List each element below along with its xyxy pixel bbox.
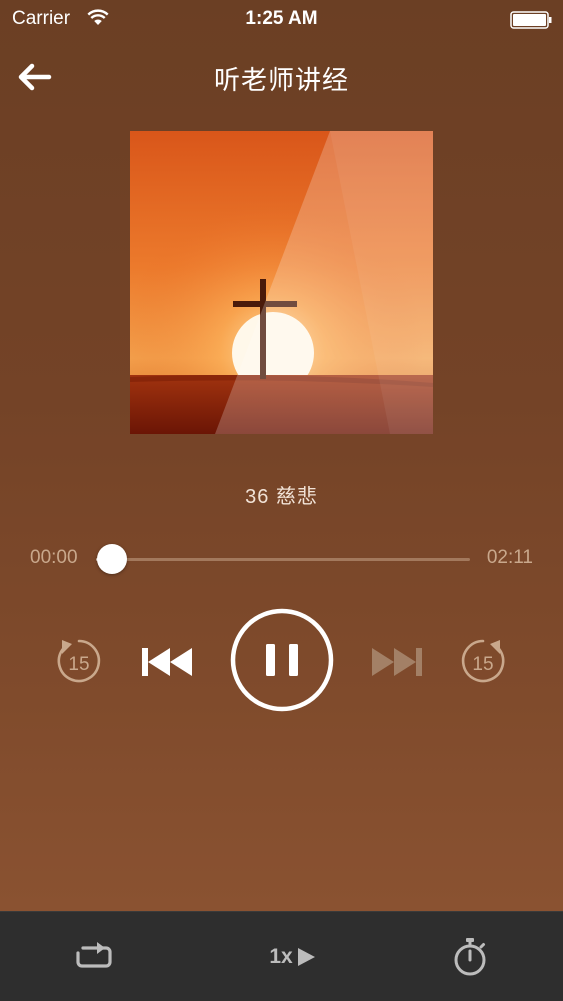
pause-icon (230, 608, 334, 712)
next-track-icon (372, 648, 422, 676)
playback-speed-label: 1x (269, 945, 293, 968)
status-bar: Carrier 1:25 AM (0, 0, 563, 38)
repeat-icon (76, 942, 112, 968)
current-time: 00:00 (30, 547, 78, 568)
rewind-15-button[interactable]: 15 (54, 636, 104, 686)
track-title: 36 慈悲 (245, 486, 318, 508)
page-title: 听老师讲经 (213, 65, 349, 95)
forward-15-button[interactable]: 15 (458, 636, 508, 686)
play-triangle-icon (297, 948, 315, 966)
playback-speed-button[interactable]: 1x (258, 934, 328, 980)
pause-button[interactable] (230, 608, 334, 712)
progress-slider[interactable] (96, 544, 470, 574)
forward-15-label: 15 (472, 654, 493, 675)
navigation-bar: 听老师讲经 (0, 44, 563, 108)
previous-track-icon (142, 648, 192, 676)
bottom-toolbar: 1x (0, 911, 563, 1001)
repeat-button[interactable] (70, 934, 118, 980)
battery-icon (510, 11, 552, 29)
stopwatch-icon (454, 938, 486, 976)
album-artwork (130, 131, 433, 434)
forward-15-icon: 15 (461, 639, 505, 683)
next-track-button[interactable] (368, 640, 424, 684)
sleep-timer-button[interactable] (446, 934, 494, 980)
rewind-15-label: 15 (68, 654, 89, 675)
total-time: 02:11 (486, 547, 533, 568)
status-time: 1:25 AM (245, 8, 318, 29)
rewind-15-icon: 15 (57, 639, 101, 683)
progress-thumb[interactable] (97, 544, 128, 574)
previous-track-button[interactable] (140, 640, 196, 684)
